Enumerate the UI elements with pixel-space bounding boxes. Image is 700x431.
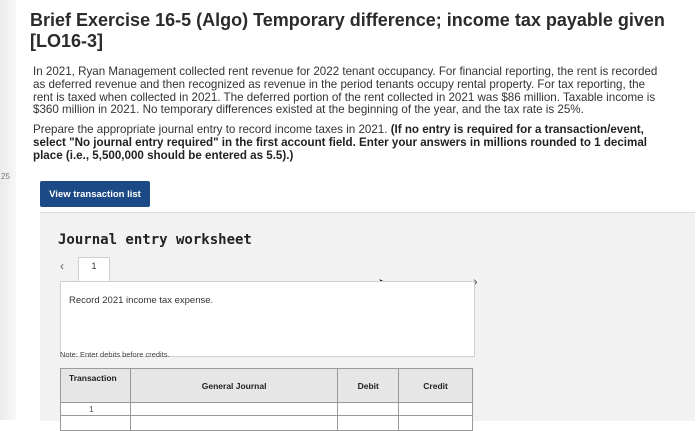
entry-prompt-box: Record 2021 income tax expense. (60, 281, 475, 357)
column-header-credit: Credit (398, 368, 473, 403)
entry-prompt: Record 2021 income tax expense. (69, 295, 214, 306)
general-journal-cell[interactable] (129, 415, 339, 431)
column-header-transaction: Transaction (60, 368, 131, 403)
note-text: Note: Enter debits before credits. (60, 350, 170, 359)
instruction-paragraph: Prepare the appropriate journal entry to… (33, 123, 663, 162)
previous-icon[interactable]: ‹ (60, 259, 64, 273)
view-transaction-list-button[interactable]: View transaction list (40, 181, 150, 207)
journal-entry-worksheet: Journal entry worksheet ‹ 1 › ➤ Record 2… (40, 212, 695, 431)
table-row: 1 (60, 402, 473, 416)
tab-transaction-1[interactable]: 1 (78, 257, 110, 281)
debit-cell[interactable] (337, 415, 400, 431)
debit-cell[interactable] (337, 402, 400, 416)
page-title: Brief Exercise 16-5 (Algo) Temporary dif… (30, 10, 665, 51)
problem-paragraph: In 2021, Ryan Management collected rent … (33, 65, 658, 117)
general-journal-cell[interactable] (129, 402, 339, 416)
journal-table: Transaction General Journal Debit Credit… (60, 368, 473, 431)
transaction-number: 1 (60, 402, 131, 416)
gutter-mark: 25 (1, 172, 10, 181)
tab-label: 1 (91, 261, 97, 271)
column-header-debit: Debit (337, 368, 400, 403)
left-gutter: 25 (0, 0, 16, 420)
worksheet-title: Journal entry worksheet (58, 232, 252, 248)
credit-cell[interactable] (398, 402, 473, 416)
table-row (60, 415, 473, 431)
column-header-general-journal: General Journal (129, 368, 339, 403)
instruction-text: Prepare the appropriate journal entry to… (33, 123, 391, 136)
transaction-cell (60, 415, 131, 431)
credit-cell[interactable] (398, 415, 473, 431)
